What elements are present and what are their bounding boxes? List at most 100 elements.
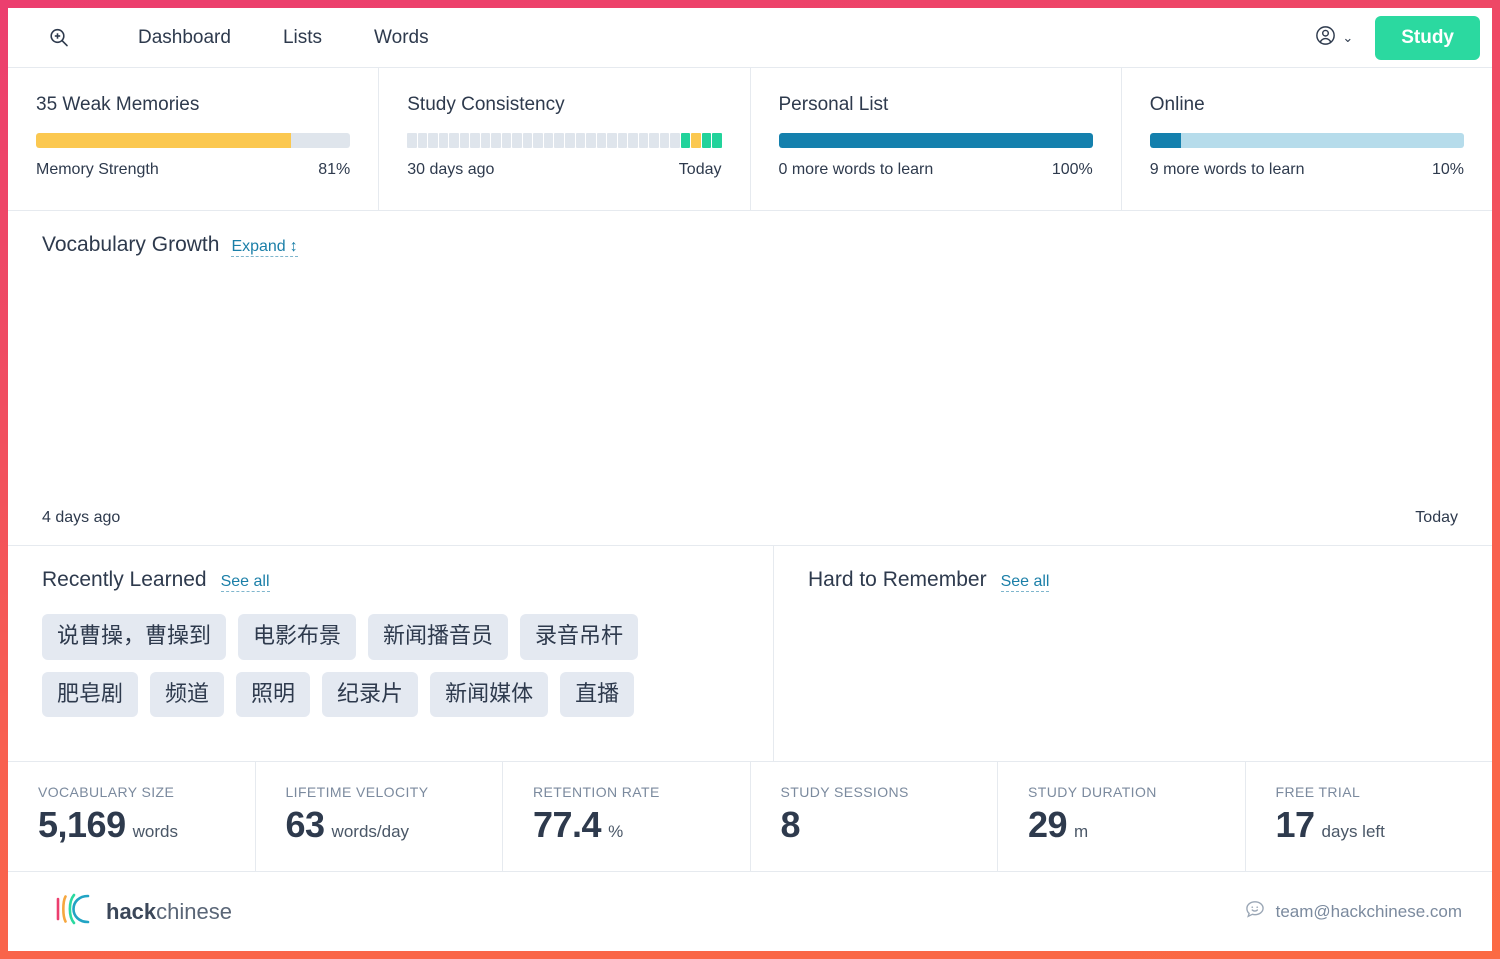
card-title: 35 Weak Memories: [36, 94, 350, 116]
card-footer-right: 100%: [1052, 161, 1093, 179]
consistency-segment: [681, 133, 691, 148]
consistency-segment: [586, 133, 596, 148]
consistency-segment: [554, 133, 564, 148]
stat-card: RETENTION RATE 77.4%: [503, 762, 751, 871]
consistency-segment: [544, 133, 554, 148]
section-title: Vocabulary Growth: [42, 233, 219, 257]
chart-bars: [1334, 265, 1458, 509]
stat-value: 5,169 words: [38, 804, 255, 846]
word-chip[interactable]: 电影布景: [238, 614, 356, 660]
vocabulary-growth-section: Vocabulary Growth Expand ↕ 4 days ago To…: [8, 211, 1492, 546]
hackchinese-arcs-logo-icon: [54, 892, 96, 931]
card-footer-left: 30 days ago: [407, 161, 494, 179]
words-section: Recently Learned See all 说曹操，曹操到电影布景新闻播音…: [8, 546, 1492, 762]
recently-learned-word-chips: 说曹操，曹操到电影布景新闻播音员录音吊杆肥皂剧频道照明纪录片新闻媒体直播: [42, 614, 732, 717]
consistency-segment: [418, 133, 428, 148]
card-study-consistency[interactable]: Study Consistency 30 days ago Today: [379, 68, 750, 210]
study-consistency-segments: [407, 133, 721, 148]
nav-item-lists[interactable]: Lists: [257, 21, 348, 55]
stat-unit: words: [133, 822, 178, 842]
word-chip[interactable]: 直播: [560, 672, 634, 718]
logo-wordmark: hackchinese: [106, 899, 232, 925]
contact-email-link[interactable]: team@hackchinese.com: [1244, 898, 1462, 925]
vocabulary-growth-chart: [42, 265, 1458, 509]
word-chip[interactable]: 肥皂剧: [42, 672, 138, 718]
consistency-segment: [523, 133, 533, 148]
hard-to-remember-header: Hard to Remember See all: [808, 568, 1458, 592]
word-chip[interactable]: 频道: [150, 672, 224, 718]
summary-cards-row: 35 Weak Memories Memory Strength 81% Stu…: [8, 68, 1492, 211]
recently-learned-panel: Recently Learned See all 说曹操，曹操到电影布景新闻播音…: [8, 546, 774, 761]
consistency-segment: [512, 133, 522, 148]
word-chip[interactable]: 新闻媒体: [430, 672, 548, 718]
see-all-hard-to-remember[interactable]: See all: [1001, 573, 1050, 592]
consistency-segment: [439, 133, 449, 148]
stat-value: 77.4%: [533, 804, 750, 846]
logo-text-light: chinese: [156, 899, 232, 924]
footer: hackchinese team@hackchinese.com: [8, 872, 1492, 951]
stat-unit: %: [608, 822, 623, 842]
word-chip[interactable]: 说曹操，曹操到: [42, 614, 226, 660]
recently-learned-header: Recently Learned See all: [42, 568, 739, 592]
consistency-segment: [449, 133, 459, 148]
card-personal-list[interactable]: Personal List 0 more words to learn 100%: [751, 68, 1122, 210]
consistency-segment: [428, 133, 438, 148]
stat-number: 5,169: [38, 804, 126, 846]
stat-number: 77.4: [533, 804, 601, 846]
stat-unit: days left: [1322, 822, 1385, 842]
search-icon[interactable]: [42, 21, 76, 55]
stat-card: FREE TRIAL 17 days left: [1246, 762, 1493, 871]
chevron-down-icon: ⌄: [1342, 31, 1353, 44]
nav-item-words[interactable]: Words: [348, 21, 455, 55]
word-chip[interactable]: 录音吊杆: [520, 614, 638, 660]
consistency-segment: [639, 133, 649, 148]
consistency-segment: [607, 133, 617, 148]
consistency-segment: [407, 133, 417, 148]
top-navigation-bar: Dashboard Lists Words ⌄ Study: [8, 8, 1492, 68]
consistency-segment: [502, 133, 512, 148]
expand-label: Expand: [231, 238, 285, 256]
card-footer: 30 days ago Today: [407, 161, 721, 179]
chart-axis-labels: 4 days ago Today: [42, 509, 1458, 545]
stat-label: STUDY SESSIONS: [781, 784, 998, 800]
stat-label: VOCABULARY SIZE: [38, 784, 255, 800]
consistency-segment: [597, 133, 607, 148]
stat-card: STUDY SESSIONS 8: [751, 762, 999, 871]
card-footer-left: 9 more words to learn: [1150, 161, 1305, 179]
stat-card: LIFETIME VELOCITY63words/day: [256, 762, 504, 871]
card-footer-right: 10%: [1432, 161, 1464, 179]
consistency-segment: [660, 133, 670, 148]
card-title: Study Consistency: [407, 94, 721, 116]
consistency-segment: [576, 133, 586, 148]
stat-label: FREE TRIAL: [1276, 784, 1493, 800]
memory-strength-progress-track: [36, 133, 350, 148]
logo-text-bold: hack: [106, 899, 156, 924]
online-progress-track: [1150, 133, 1464, 148]
stat-unit: words/day: [332, 822, 409, 842]
stat-card: VOCABULARY SIZE 5,169 words: [8, 762, 256, 871]
section-title: Hard to Remember: [808, 568, 987, 592]
card-footer: 0 more words to learn 100%: [779, 161, 1093, 179]
stat-value: 29m: [1028, 804, 1245, 846]
word-chip[interactable]: 纪录片: [322, 672, 418, 718]
card-weak-memories[interactable]: 35 Weak Memories Memory Strength 81%: [8, 68, 379, 210]
see-all-recently-learned[interactable]: See all: [221, 573, 270, 592]
bottom-stats-row: VOCABULARY SIZE 5,169 words LIFETIME VELOCI…: [8, 762, 1492, 872]
vocabulary-growth-header: Vocabulary Growth Expand ↕: [42, 233, 1458, 257]
nav-item-dashboard[interactable]: Dashboard: [112, 21, 257, 55]
stat-label: RETENTION RATE: [533, 784, 750, 800]
card-online[interactable]: Online 9 more words to learn 10%: [1122, 68, 1492, 210]
chart-x-start-label: 4 days ago: [42, 509, 120, 527]
consistency-segment: [481, 133, 491, 148]
word-chip[interactable]: 新闻播音员: [368, 614, 508, 660]
study-button[interactable]: Study: [1375, 16, 1480, 60]
word-chip[interactable]: 照明: [236, 672, 310, 718]
card-footer: Memory Strength 81%: [36, 161, 350, 179]
hackchinese-logo[interactable]: hackchinese: [54, 892, 232, 931]
account-menu[interactable]: ⌄: [1314, 24, 1353, 52]
expand-link[interactable]: Expand ↕: [231, 238, 297, 257]
stat-value: 17 days left: [1276, 804, 1493, 846]
stat-number: 29: [1028, 804, 1067, 846]
stat-number: 8: [781, 804, 801, 846]
stat-number: 17: [1276, 804, 1315, 846]
